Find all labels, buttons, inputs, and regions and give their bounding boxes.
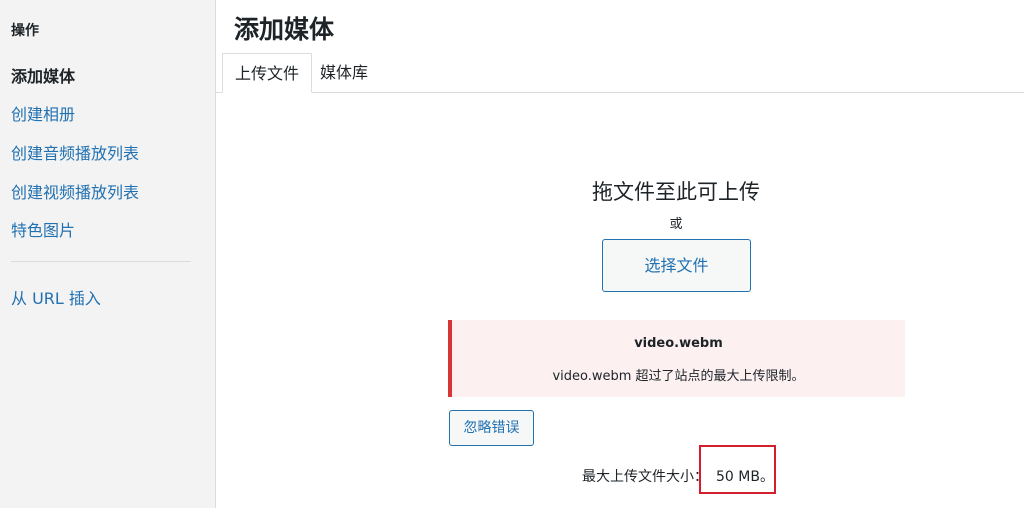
select-files-button[interactable]: 选择文件	[602, 239, 751, 292]
or-text: 或	[669, 217, 683, 232]
sidebar-heading: 操作	[11, 23, 39, 39]
max-upload-label: 最大上传文件大小：	[582, 469, 708, 485]
max-upload-value: 50 MB。	[716, 469, 774, 485]
dismiss-errors-button[interactable]: 忽略错误	[449, 410, 534, 446]
tab-media-library[interactable]: 媒体库	[308, 53, 380, 93]
sidebar-item-create-video-playlist[interactable]: 创建视频播放列表	[11, 179, 139, 203]
sidebar-divider	[11, 261, 191, 262]
drop-zone-title: 拖文件至此可上传	[592, 180, 760, 204]
sidebar-item-create-gallery[interactable]: 创建相册	[11, 101, 75, 125]
tab-upload-files[interactable]: 上传文件	[222, 53, 313, 93]
sidebar-item-featured-image[interactable]: 特色图片	[11, 217, 75, 241]
sidebar-item-create-audio-playlist[interactable]: 创建音频播放列表	[11, 140, 139, 164]
page-title: 添加媒体	[234, 15, 335, 44]
upload-error-notice: video.webm video.webm 超过了站点的最大上传限制。	[448, 320, 905, 397]
sidebar-item-add-media[interactable]: 添加媒体	[11, 63, 75, 87]
error-filename: video.webm	[634, 336, 723, 351]
error-message: video.webm 超过了站点的最大上传限制。	[552, 369, 805, 384]
media-sidebar: 操作 添加媒体 创建相册 创建音频播放列表 创建视频播放列表 特色图片 从 UR…	[0, 0, 216, 508]
sidebar-item-insert-from-url[interactable]: 从 URL 插入	[11, 285, 101, 309]
